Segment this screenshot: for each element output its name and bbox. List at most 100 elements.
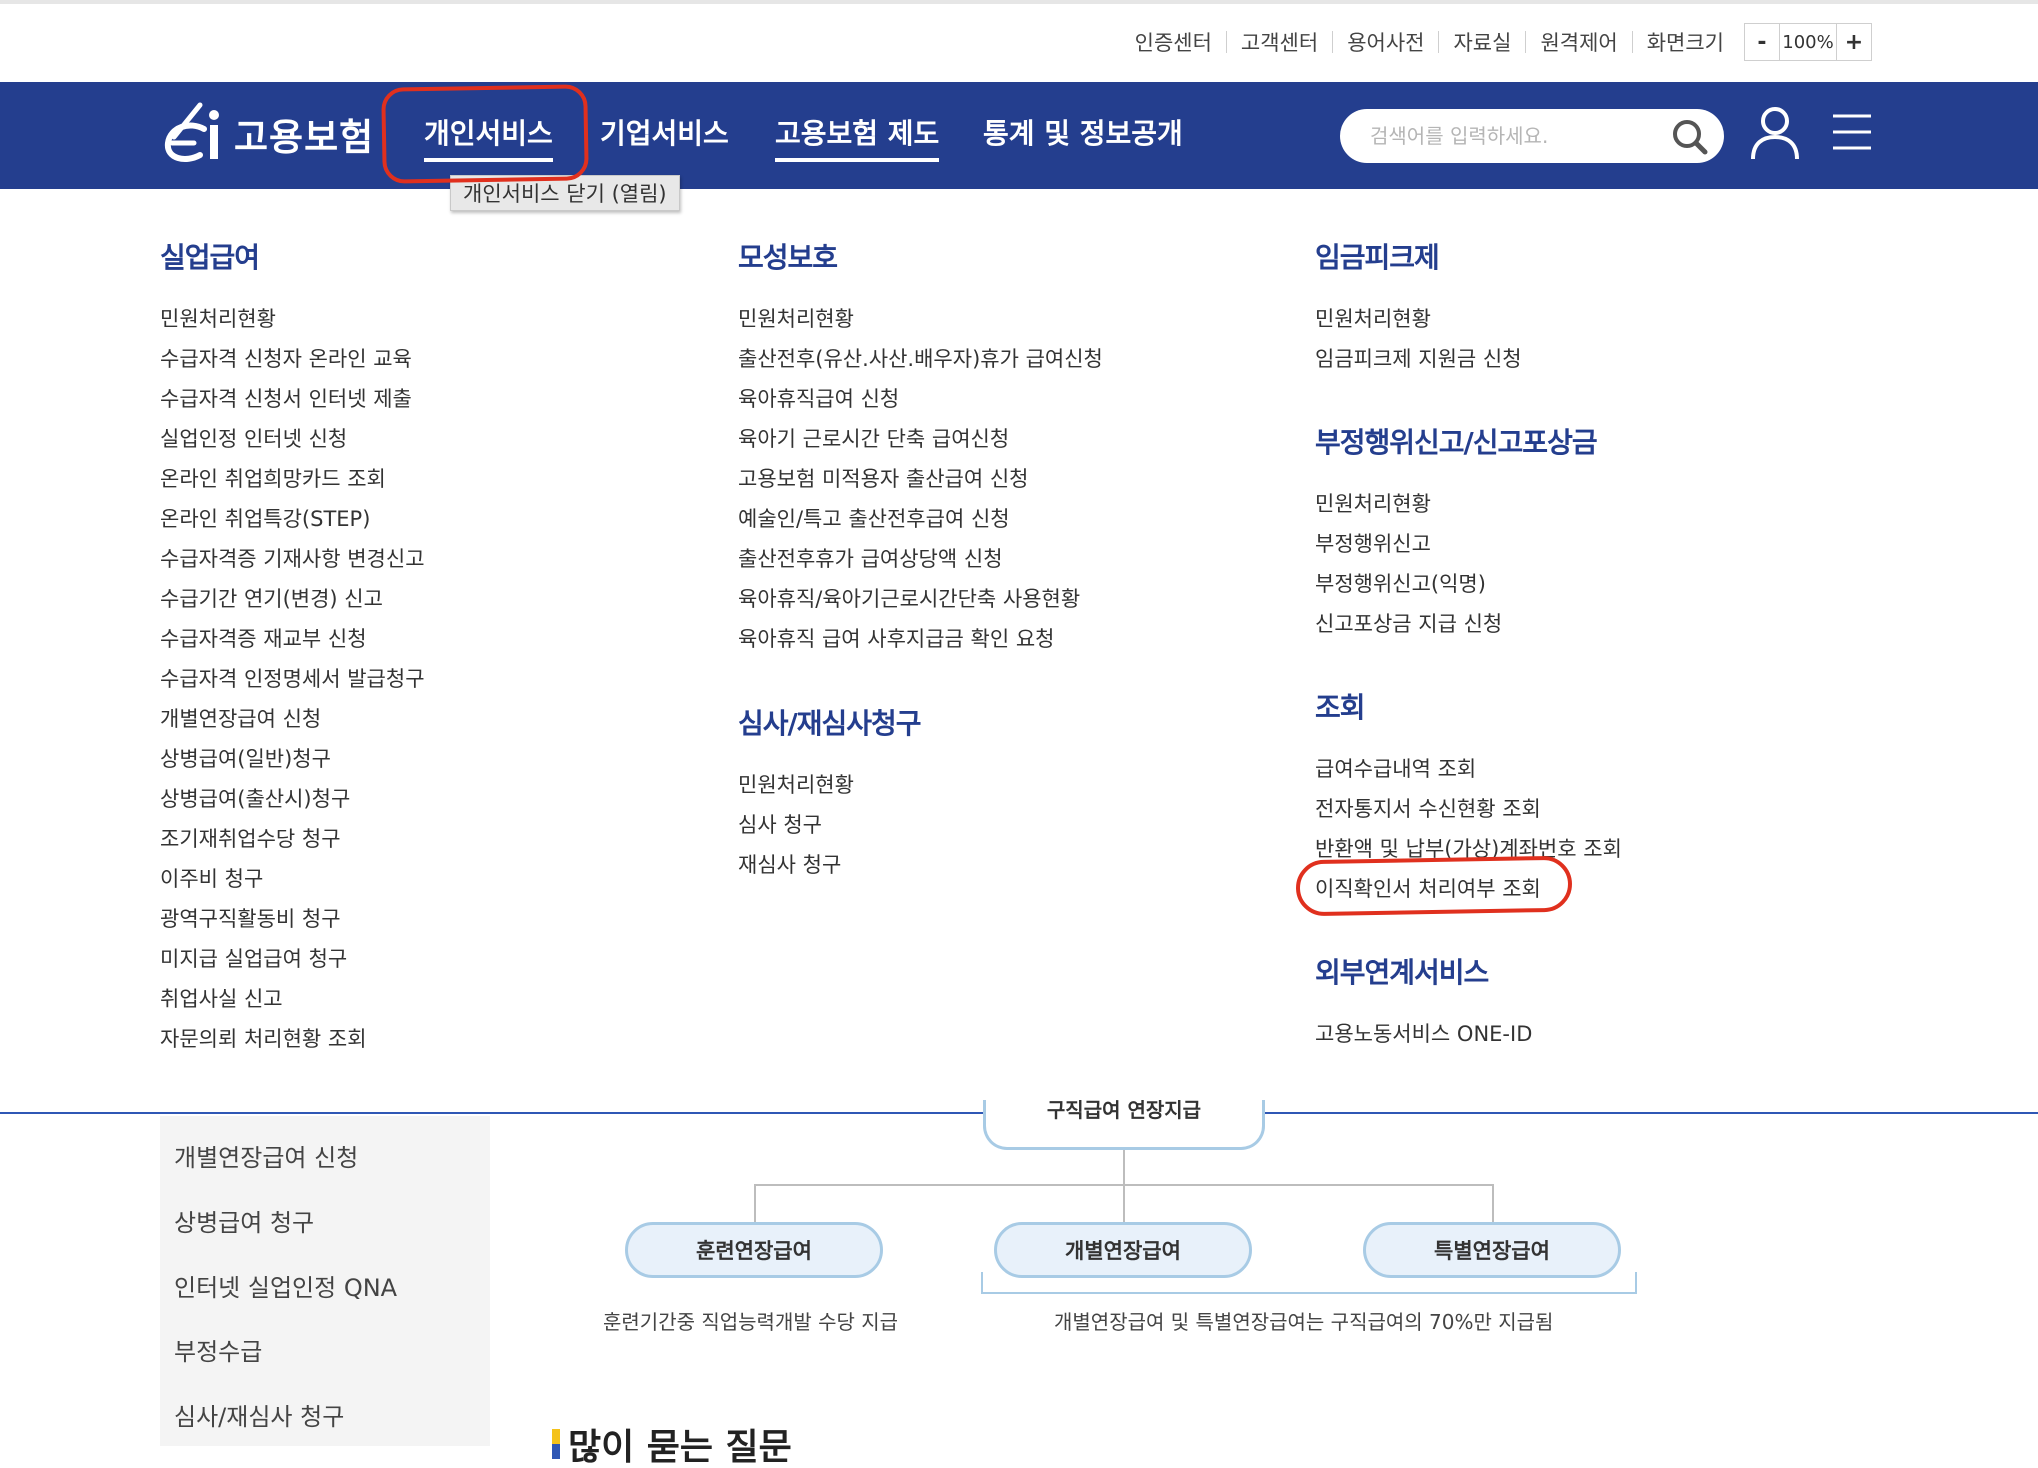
nav-business-services[interactable]: 기업서비스	[600, 112, 729, 158]
menu-link[interactable]: 민원처리현황	[160, 299, 425, 339]
menu-column-maternity: 모성보호 민원처리현황 출산전후(유산.사산.배우자)휴가 급여신청 육아휴직급…	[738, 233, 1103, 659]
flow-caption-right: 개별연장급여 및 특별연장급여는 구직급여의 70%만 지급됨	[1054, 1310, 1554, 1334]
menu-link[interactable]: 조기재취업수당 청구	[160, 819, 425, 859]
menu-link[interactable]: 실업인정 인터넷 신청	[160, 419, 425, 459]
menu-link[interactable]: 부정행위신고	[1315, 524, 1597, 564]
menu-link[interactable]: 신고포상금 지급 신청	[1315, 604, 1597, 644]
menu-link[interactable]: 반환액 및 납부(가상)계좌번호 조회	[1315, 829, 1622, 869]
faq-heading: 많이 묻는 질문	[552, 1418, 792, 1468]
util-link-glossary[interactable]: 용어사전	[1333, 27, 1438, 57]
menu-link[interactable]: 이주비 청구	[160, 859, 425, 899]
flow-connector	[1123, 1150, 1125, 1184]
heading-bar-icon	[552, 1429, 560, 1459]
logo-text: 고용보험	[234, 117, 375, 158]
menu-heading-inquiry[interactable]: 조회	[1315, 683, 1622, 733]
menu-link[interactable]: 온라인 취업특강(STEP)	[160, 499, 425, 539]
menu-link[interactable]: 심사 청구	[738, 805, 921, 845]
utility-bar: 인증센터 고객센터 용어사전 자료실 원격제어 화면크기 - 100% +	[1121, 22, 1872, 62]
menu-link[interactable]: 민원처리현황	[1315, 299, 1522, 339]
menu-link[interactable]: 재심사 청구	[738, 845, 921, 885]
menu-link[interactable]: 온라인 취업희망카드 조회	[160, 459, 425, 499]
menu-link[interactable]: 급여수급내역 조회	[1315, 749, 1622, 789]
menu-link[interactable]: 취업사실 신고	[160, 979, 425, 1019]
menu-link[interactable]: 광역구직활동비 청구	[160, 899, 425, 939]
menu-link[interactable]: 상병급여(출산시)청구	[160, 779, 425, 819]
menu-link[interactable]: 육아휴직/육아기근로시간단축 사용현황	[738, 579, 1103, 619]
menu-heading-external[interactable]: 외부연계서비스	[1315, 948, 1532, 998]
search-input[interactable]	[1370, 117, 1670, 155]
nav-tooltip: 개인서비스 닫기 (열림)	[450, 175, 680, 211]
menu-link[interactable]: 민원처리현황	[738, 765, 921, 805]
nav-insurance-system[interactable]: 고용보험 제도	[775, 112, 940, 162]
menu-link[interactable]: 육아휴직 급여 사후지급금 확인 요청	[738, 619, 1103, 659]
sidebar-item[interactable]: 개별연장급여 신청	[174, 1138, 358, 1173]
menu-column-wage-peak: 임금피크제 민원처리현황 임금피크제 지원금 신청	[1315, 233, 1522, 379]
menu-column-external: 외부연계서비스 고용노동서비스 ONE-ID	[1315, 948, 1532, 1054]
nav-personal-services[interactable]: 개인서비스	[424, 112, 553, 162]
menu-column-fraud-report: 부정행위신고/신고포상금 민원처리현황 부정행위신고 부정행위신고(익명) 신고…	[1315, 418, 1598, 644]
hamburger-menu-icon[interactable]	[1833, 112, 1871, 152]
flow-bracket	[981, 1272, 1637, 1294]
menu-link[interactable]: 고용노동서비스 ONE-ID	[1315, 1014, 1532, 1054]
menu-link[interactable]: 자문의뢰 처리현황 조회	[160, 1019, 425, 1059]
menu-heading-unemployment[interactable]: 실업급여	[160, 233, 425, 283]
top-border	[0, 0, 2038, 4]
menu-link[interactable]: 고용보험 미적용자 출산급여 신청	[738, 459, 1103, 499]
menu-column-unemployment: 실업급여 민원처리현황 수급자격 신청자 온라인 교육 수급자격 신청서 인터넷…	[160, 233, 425, 1059]
sidebar-item[interactable]: 상병급여 청구	[174, 1203, 314, 1238]
util-link-remote-control[interactable]: 원격제어	[1526, 27, 1631, 57]
menu-link[interactable]: 미지급 실업급여 청구	[160, 939, 425, 979]
menu-heading-wage-peak[interactable]: 임금피크제	[1315, 233, 1522, 283]
menu-link[interactable]: 임금피크제 지원금 신청	[1315, 339, 1522, 379]
menu-link-resignation-check[interactable]: 이직확인서 처리여부 조회	[1315, 869, 1622, 909]
menu-column-appeal: 심사/재심사청구 민원처리현황 심사 청구 재심사 청구	[738, 699, 922, 885]
menu-column-inquiry: 조회 급여수급내역 조회 전자통지서 수신현황 조회 반환액 및 납부(가상)계…	[1315, 683, 1622, 909]
nav-statistics[interactable]: 통계 및 정보공개	[983, 112, 1183, 158]
menu-link[interactable]: 수급자격 신청자 온라인 교육	[160, 339, 425, 379]
menu-link[interactable]: 수급자격증 기재사항 변경신고	[160, 539, 425, 579]
menu-heading-appeal[interactable]: 심사/재심사청구	[738, 699, 922, 749]
sidebar-item[interactable]: 부정수급	[174, 1332, 262, 1367]
mega-menu-panel: 실업급여 민원처리현황 수급자격 신청자 온라인 교육 수급자격 신청서 인터넷…	[0, 189, 2038, 1114]
menu-link[interactable]: 민원처리현황	[1315, 484, 1597, 524]
menu-link[interactable]: 수급자격증 재교부 신청	[160, 619, 425, 659]
zoom-label: 화면크기	[1646, 31, 1724, 55]
flow-top-label: 구직급여 연장지급	[1046, 1100, 1202, 1122]
util-link-archive[interactable]: 자료실	[1439, 27, 1525, 57]
flow-connector	[754, 1184, 756, 1222]
menu-link[interactable]: 부정행위신고(익명)	[1315, 564, 1597, 604]
menu-link[interactable]: 예술인/특고 출산전후급여 신청	[738, 499, 1103, 539]
menu-link[interactable]: 개별연장급여 신청	[160, 699, 425, 739]
faq-title: 많이 묻는 질문	[568, 1427, 792, 1468]
util-link-cert-center[interactable]: 인증센터	[1121, 27, 1226, 57]
search-box	[1340, 109, 1724, 163]
menu-heading-maternity[interactable]: 모성보호	[738, 233, 1103, 283]
util-link-customer-center[interactable]: 고객센터	[1227, 27, 1332, 57]
menu-link[interactable]: 상병급여(일반)청구	[160, 739, 425, 779]
menu-link[interactable]: 출산전후휴가 급여상당액 신청	[738, 539, 1103, 579]
flow-caption-left: 훈련기간중 직업능력개발 수당 지급	[603, 1310, 899, 1334]
menu-link[interactable]: 출산전후(유산.사산.배우자)휴가 급여신청	[738, 339, 1103, 379]
menu-link[interactable]: 수급자격 인정명세서 발급청구	[160, 659, 425, 699]
flow-pill-special: 특별연장급여	[1363, 1222, 1621, 1278]
menu-link[interactable]: 수급기간 연기(변경) 신고	[160, 579, 425, 619]
flow-pill-individual: 개별연장급여	[994, 1222, 1252, 1278]
zoom-control: - 100% +	[1744, 23, 1872, 61]
flow-connector	[1123, 1184, 1125, 1222]
flow-connector	[1492, 1184, 1494, 1222]
sidebar-item[interactable]: 인터넷 실업인정 QNA	[174, 1268, 397, 1303]
menu-link[interactable]: 육아휴직급여 신청	[738, 379, 1103, 419]
sidebar-menu: 개별연장급여 신청 상병급여 청구 인터넷 실업인정 QNA 부정수급 심사/재…	[160, 1116, 490, 1446]
zoom-out-button[interactable]: -	[1745, 24, 1779, 60]
menu-link[interactable]: 수급자격 신청서 인터넷 제출	[160, 379, 425, 419]
site-logo[interactable]: 고용보험	[160, 96, 374, 172]
menu-link[interactable]: 전자통지서 수신현황 조회	[1315, 789, 1622, 829]
flow-pill-training: 훈련연장급여	[625, 1222, 883, 1278]
search-icon[interactable]	[1670, 117, 1710, 157]
menu-link[interactable]: 민원처리현황	[738, 299, 1103, 339]
zoom-in-button[interactable]: +	[1837, 24, 1871, 60]
user-icon[interactable]	[1750, 105, 1800, 161]
menu-heading-fraud-report[interactable]: 부정행위신고/신고포상금	[1315, 418, 1598, 468]
menu-link[interactable]: 육아기 근로시간 단축 급여신청	[738, 419, 1103, 459]
sidebar-item[interactable]: 심사/재심사 청구	[174, 1397, 344, 1432]
